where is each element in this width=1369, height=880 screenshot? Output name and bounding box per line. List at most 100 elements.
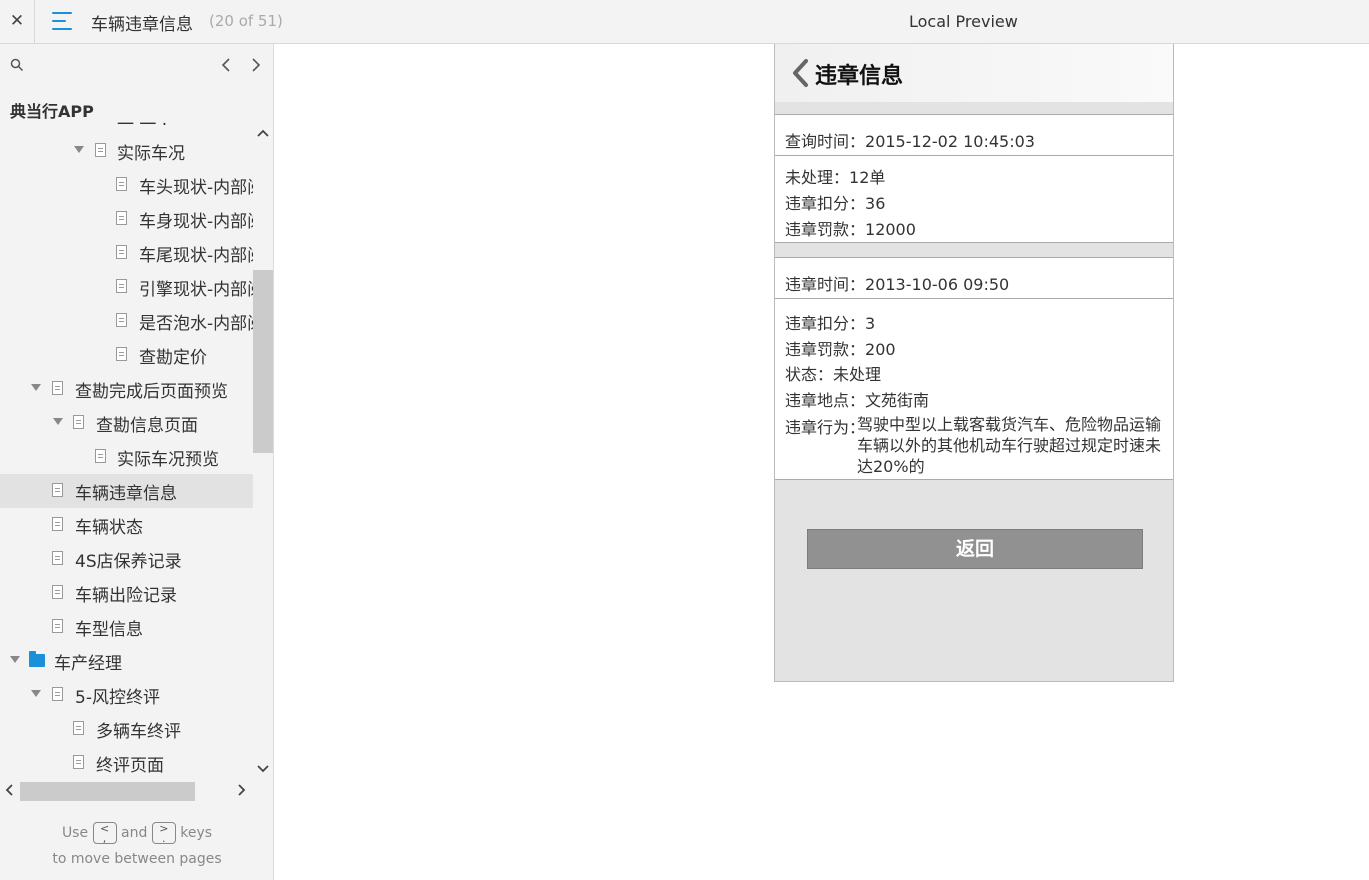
tree-item-label: 车产经理 (54, 654, 122, 674)
folder-icon (29, 651, 45, 667)
tree-item-body-status[interactable]: 车身现状-内部阅 (0, 202, 253, 236)
page-icon (52, 483, 63, 497)
tree-item-final-page[interactable]: 终评页面 (0, 746, 253, 780)
divider (775, 155, 1173, 156)
page-icon (52, 619, 63, 633)
violation-time-row: 违章时间：2013-10-06 09:50 (785, 271, 1009, 295)
tree-item-risk-final[interactable]: 5-风控终评 (0, 678, 253, 712)
hint-keys: keys (180, 825, 213, 841)
violation-points-value: 3 (865, 314, 876, 333)
tree-item-label: 是否泡水-内部阅 (139, 314, 253, 334)
tree-item-label: 终评页面 (96, 756, 164, 776)
fine-total-row: 违章罚款：12000 (785, 216, 916, 240)
tree-item-engine-status[interactable]: 引擎现状-内部阅 (0, 270, 253, 304)
behavior-value: 驾驶中型以上载客载货汽车、危险物品运输车辆以外的其他机动车行驶超过规定时速未达2… (857, 415, 1162, 476)
violation-points-row: 违章扣分：3 (785, 310, 875, 334)
fine-label: 违章罚款： (785, 340, 866, 359)
return-button[interactable]: 返回 (807, 529, 1143, 569)
tree-item-label: 查勘定价 (139, 348, 207, 368)
chevron-down-icon[interactable] (10, 656, 20, 663)
page-tree: 一 一 · 实际车况 车头现状-内部阅 车身现状-内部阅 车尾现状-内部阅 引擎… (0, 120, 253, 780)
next-page-icon[interactable] (248, 56, 264, 74)
tree-item-4s-maintenance[interactable]: 4S店保养记录 (0, 542, 253, 576)
tree-item-label: 查勘完成后页面预览 (75, 382, 228, 402)
tree-item-label: 车辆违章信息 (75, 484, 177, 504)
tree-item-vehicle-status[interactable]: 车辆状态 (0, 508, 253, 542)
tree-item-survey-complete-preview[interactable]: 查勘完成后页面预览 (0, 372, 253, 406)
menu-icon[interactable] (52, 12, 72, 30)
sidebar: 典当行APP 一 一 · 实际车况 车头现状-内部阅 车身现状-内部阅 车尾现状… (0, 44, 274, 880)
back-arrow-icon[interactable] (791, 58, 809, 88)
fine-total-value: 12000 (865, 220, 916, 239)
divider (775, 298, 1173, 299)
fine-label: 违章罚款： (785, 220, 866, 239)
page-icon (73, 755, 84, 769)
keyboard-hint: Use < , and > . keys to move between pag… (0, 820, 274, 872)
unprocessed-label: 未处理： (785, 168, 850, 187)
location-label: 违章地点： (785, 391, 866, 410)
tree-item-multi-vehicle-final[interactable]: 多辆车终评 (0, 712, 253, 746)
phone-title: 违章信息 (815, 64, 904, 89)
horizontal-scrollbar[interactable] (0, 780, 253, 802)
page-icon (73, 721, 84, 735)
hint-use: Use (61, 825, 89, 841)
page-icon (116, 347, 127, 361)
tree-item-label: 4S店保养记录 (75, 552, 182, 572)
hint-line2: to move between pages (52, 851, 222, 867)
location-row: 违章地点：文苑街南 (785, 387, 929, 411)
page-icon (116, 245, 127, 259)
points-label: 违章扣分： (785, 314, 866, 333)
tree-item-label: 实际车况 (117, 144, 185, 164)
tree-item-flood-status[interactable]: 是否泡水-内部阅 (0, 304, 253, 338)
page-icon (52, 551, 63, 565)
tree-item-asset-manager[interactable]: 车产经理 (0, 644, 253, 678)
search-icon[interactable] (10, 58, 24, 72)
tree-item-rear-status[interactable]: 车尾现状-内部阅 (0, 236, 253, 270)
tree-item-model-info[interactable]: 车型信息 (0, 610, 253, 644)
chevron-down-icon[interactable] (31, 384, 41, 391)
tree-item-survey-pricing[interactable]: 查勘定价 (0, 338, 253, 372)
tree-item-actual-condition-preview[interactable]: 实际车况预览 (0, 440, 253, 474)
points-total-value: 36 (865, 194, 886, 213)
tree-item-actual-condition[interactable]: 实际车况 (0, 134, 253, 168)
scroll-down-icon[interactable] (256, 764, 270, 774)
page-title: 车辆违章信息 (91, 15, 193, 35)
scroll-right-icon[interactable] (237, 782, 247, 798)
page-icon (52, 687, 63, 701)
next-key-icon: > . (151, 822, 176, 844)
vertical-scroll-thumb[interactable] (253, 270, 273, 453)
scroll-left-icon[interactable] (4, 782, 14, 798)
scroll-up-icon[interactable] (256, 128, 270, 138)
tree-item-survey-info-page[interactable]: 查勘信息页面 (0, 406, 253, 440)
page-icon (52, 517, 63, 531)
tree-item-vehicle-violation[interactable]: 车辆违章信息 (0, 474, 253, 508)
tree-item-front-status[interactable]: 车头现状-内部阅 (0, 168, 253, 202)
violation-fine-row: 违章罚款：200 (785, 336, 896, 360)
chevron-down-icon[interactable] (31, 690, 41, 697)
chevron-down-icon[interactable] (74, 146, 84, 153)
tree-item-label: 车辆出险记录 (75, 586, 177, 606)
hint-and: and (121, 825, 148, 841)
horizontal-scroll-thumb[interactable] (20, 782, 195, 801)
page-count: (20 of 51) (209, 12, 283, 30)
top-bar: ✕ 车辆违章信息 (20 of 51) Local Preview (0, 0, 1369, 44)
violation-fine-value: 200 (865, 340, 896, 359)
tree-item-accident-record[interactable]: 车辆出险记录 (0, 576, 253, 610)
tree-item-label: 5-风控终评 (75, 688, 160, 708)
tree-item-partial: 一 一 · (117, 120, 168, 135)
prev-page-icon[interactable] (219, 56, 235, 74)
tree-item-label: 实际车况预览 (117, 450, 219, 470)
tree-item-label: 多辆车终评 (96, 722, 181, 742)
unprocessed-row: 未处理：12单 (785, 164, 885, 188)
tree-item-label: 车辆状态 (75, 518, 143, 538)
page-icon (95, 143, 106, 157)
status-row: 状态：未处理 (785, 361, 881, 385)
chevron-down-icon[interactable] (53, 418, 63, 425)
close-button[interactable]: ✕ (0, 0, 35, 43)
violation-time-value: 2013-10-06 09:50 (865, 275, 1010, 294)
vertical-scrollbar[interactable] (253, 124, 273, 780)
points-label: 违章扣分： (785, 194, 866, 213)
unprocessed-value: 12单 (849, 168, 886, 187)
page-icon (116, 177, 127, 191)
page-icon (116, 313, 127, 327)
